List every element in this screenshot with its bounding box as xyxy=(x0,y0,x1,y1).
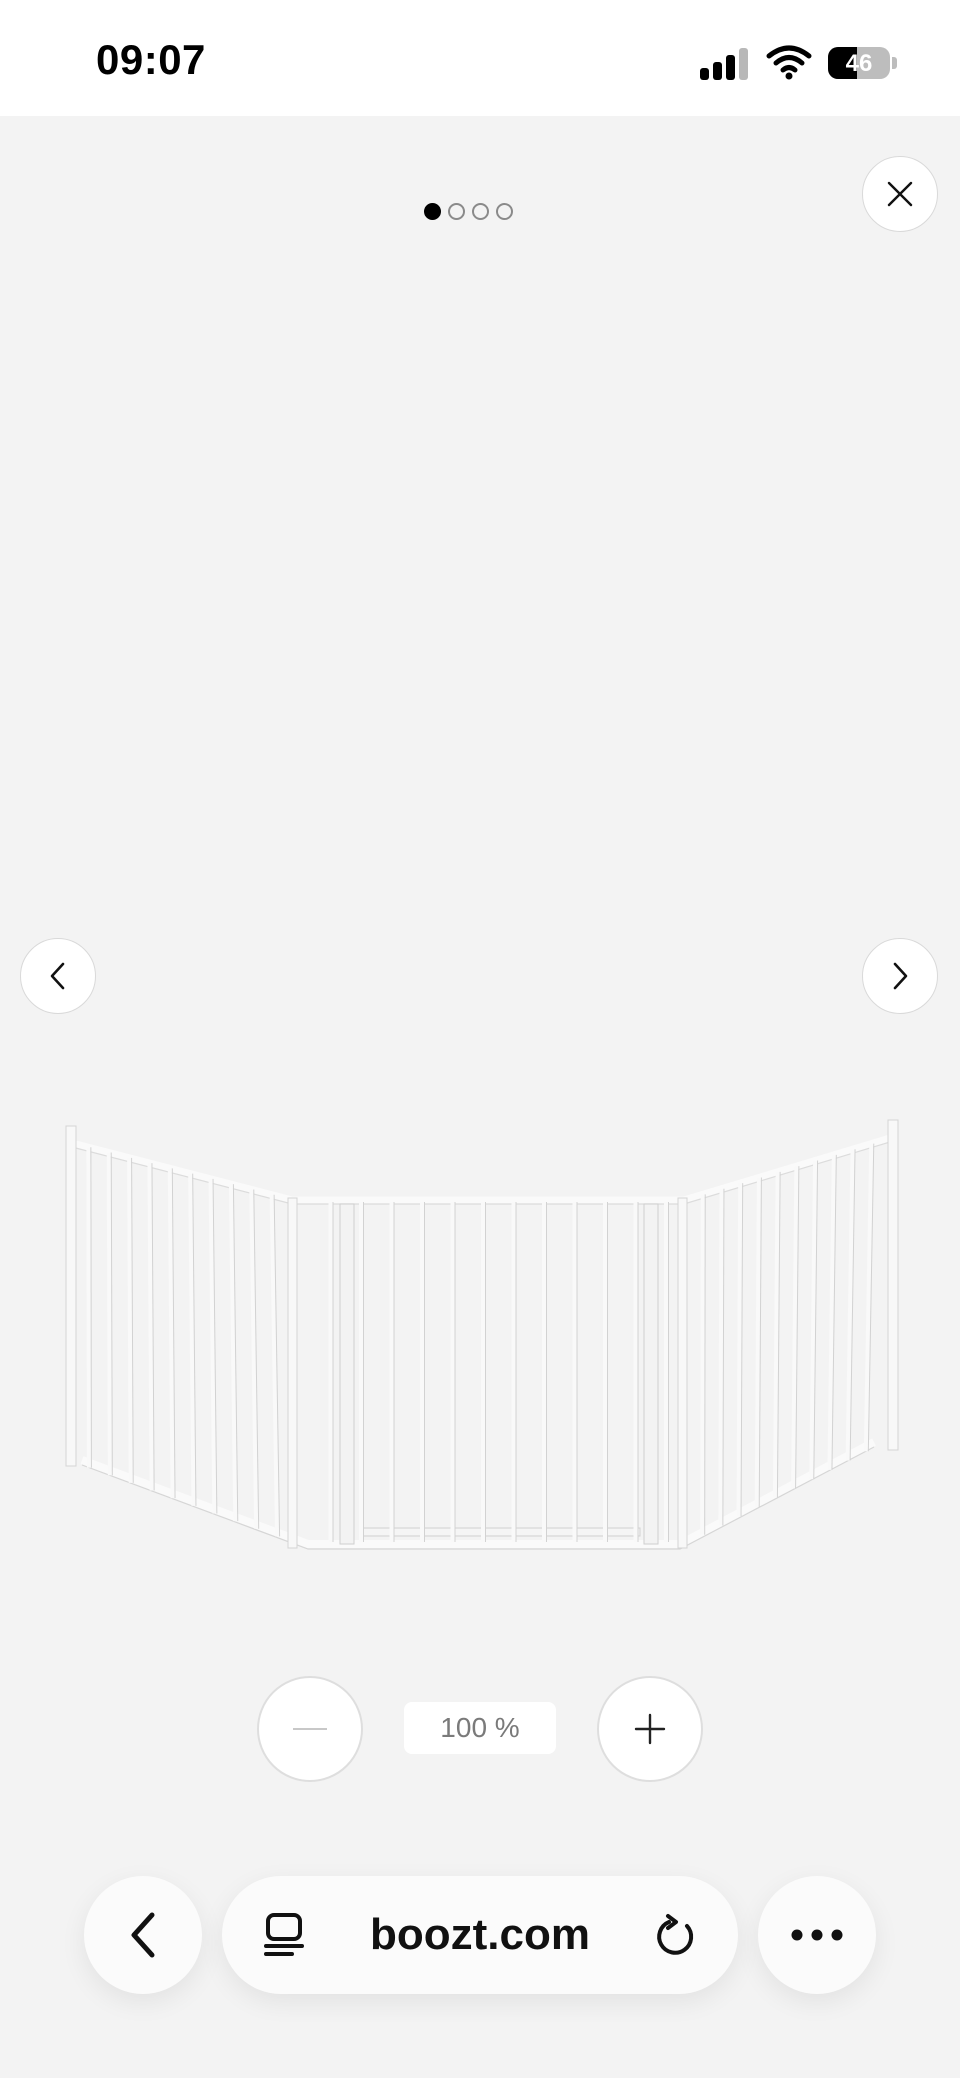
wifi-icon xyxy=(766,45,812,80)
gate-bar xyxy=(772,1171,780,1498)
gate-bar xyxy=(127,1157,133,1483)
battery-level-text: 46 xyxy=(845,50,873,77)
close-icon xyxy=(887,181,913,207)
gate-bar xyxy=(700,1194,705,1535)
battery-tip xyxy=(892,57,897,69)
chevron-left-icon xyxy=(131,1912,155,1958)
gate-bar-shadow xyxy=(704,1194,706,1535)
zoom-level: 100 % xyxy=(404,1702,556,1754)
zoom-in-button[interactable] xyxy=(597,1676,703,1782)
gate-bar xyxy=(269,1194,280,1537)
close-button[interactable] xyxy=(862,156,938,232)
battery-icon: 46 xyxy=(828,47,890,79)
pagination-dot[interactable] xyxy=(496,203,513,220)
gate-bar xyxy=(827,1154,836,1470)
pagination-dot[interactable] xyxy=(424,203,441,220)
gate-bar xyxy=(147,1163,154,1491)
gate-bar xyxy=(167,1168,175,1499)
gate-bar xyxy=(86,1147,91,1468)
gallery-pagination xyxy=(424,203,513,223)
product-image[interactable] xyxy=(60,1090,900,1560)
previous-image-button[interactable] xyxy=(20,938,96,1014)
browser-back-button[interactable] xyxy=(84,1876,202,1994)
gate-bar-shadow xyxy=(90,1147,92,1468)
gate-bar xyxy=(228,1184,238,1522)
gate-bar xyxy=(718,1188,724,1526)
reload-icon[interactable] xyxy=(654,1912,698,1958)
gate-bar xyxy=(863,1143,874,1452)
gate-bar xyxy=(845,1149,855,1461)
address-bar[interactable]: boozt.com xyxy=(222,1876,738,1994)
gate-bar xyxy=(106,1152,112,1476)
status-bar: 09:07 46 xyxy=(0,0,960,116)
status-time: 09:07 xyxy=(96,36,206,83)
plus-icon xyxy=(634,1713,666,1745)
gate-bar xyxy=(754,1177,761,1507)
zoom-out-button[interactable] xyxy=(257,1676,363,1782)
baby-safety-gate-icon xyxy=(65,1119,899,1550)
gate-bar xyxy=(736,1183,743,1517)
chevron-left-icon xyxy=(50,962,65,990)
minus-icon xyxy=(293,1728,327,1730)
more-options-button[interactable] xyxy=(758,1876,876,1994)
gate-bar xyxy=(249,1189,259,1529)
chevron-right-icon xyxy=(893,962,908,990)
pagination-dot[interactable] xyxy=(472,203,489,220)
pagination-dot[interactable] xyxy=(448,203,465,220)
next-image-button[interactable] xyxy=(862,938,938,1014)
ellipsis-icon xyxy=(791,1929,843,1941)
cellular-signal-icon xyxy=(700,48,750,80)
